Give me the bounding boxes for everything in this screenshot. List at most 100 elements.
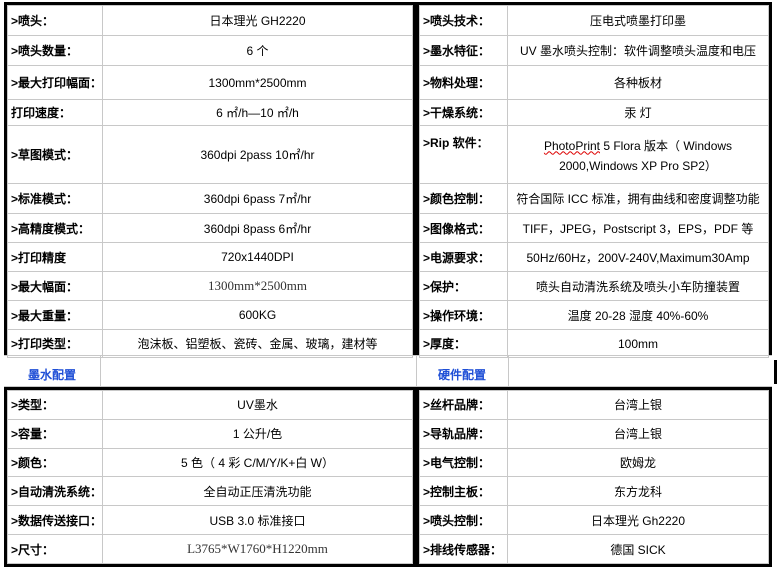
- spec-value: UV墨水: [102, 390, 413, 420]
- spec-label: >标准模式：: [7, 183, 103, 214]
- spec-label: >颜色：: [7, 447, 103, 478]
- spec-value: 欧姆龙: [507, 447, 769, 478]
- table-row: >类型： UV墨水: [7, 390, 413, 420]
- table-row: >颜色： 5 色（ 4 彩 C/M/Y/K+白 W）: [7, 447, 413, 478]
- spec-label: >最大重量：: [7, 300, 103, 330]
- spec-value: 台湾上银: [507, 390, 769, 420]
- table-row: >电气控制： 欧姆龙: [419, 447, 769, 478]
- table-row: >操作环境： 温度 20-28 湿度 40%-60%: [419, 300, 769, 330]
- section-divider: [416, 355, 417, 387]
- table-row: >喷头： 日本理光 GH2220: [7, 5, 413, 36]
- table-row: >数据传送接口： USB 3.0 标准接口: [7, 505, 413, 536]
- spec-value: 100mm: [507, 329, 769, 358]
- table-row: >喷头技术： 压电式喷墨打印墨: [419, 5, 769, 36]
- spec-label: >草图模式：: [7, 125, 103, 184]
- spec-label: >最大打印幅面：: [7, 65, 103, 100]
- spec-label: >喷头技术：: [419, 5, 508, 36]
- spec-value: UV 墨水喷头控制：软件调整喷头温度和电压: [507, 35, 769, 66]
- spec-label: >喷头数量：: [7, 35, 103, 66]
- spec-value: PhotoPrint 5 Flora 版本（ Windows 2000,Wind…: [507, 125, 769, 184]
- spec-value: 50Hz/60Hz，200V-240V,Maximum30Amp: [507, 242, 769, 272]
- table-row: >最大幅面： 1300mm*2500mm: [7, 271, 413, 301]
- spec-value: 600KG: [102, 300, 413, 330]
- spec-label: >喷头控制：: [419, 505, 508, 536]
- table-row: >排线传感器： 德国 SICK: [419, 534, 769, 564]
- spec-value: L3765*W1760*H1220mm: [102, 534, 413, 564]
- section-header-row: [4, 355, 772, 387]
- hardware-config-title: 硬件配置: [438, 368, 487, 382]
- spec-label: >操作环境：: [419, 300, 508, 330]
- spec-value: 各种板材: [507, 65, 769, 100]
- spec-label: >高精度模式：: [7, 213, 103, 243]
- spec-label: >自动清洗系统：: [7, 476, 103, 507]
- table-row: >保护： 喷头自动清洗系统及喷头小车防撞装置: [419, 271, 769, 301]
- table-row: >标准模式： 360dpi 6pass 7㎡/hr: [7, 183, 413, 214]
- spec-label: >丝杆品牌：: [419, 390, 508, 420]
- spec-label: >打印精度: [7, 242, 103, 272]
- table-row: >厚度： 100mm: [419, 329, 769, 358]
- spec-label: >图像格式：: [419, 213, 508, 243]
- spec-label: >颜色控制：: [419, 183, 508, 214]
- rip-app-name: PhotoPrint: [543, 138, 600, 153]
- table-row: >最大打印幅面： 1300mm*2500mm: [7, 65, 413, 100]
- spec-value: 喷头自动清洗系统及喷头小车防撞装置: [507, 271, 769, 301]
- spec-value: 日本理光 Gh2220: [507, 505, 769, 536]
- spec-value: 符合国际 ICC 标准，拥有曲线和密度调整功能: [507, 183, 769, 214]
- spec-value: 1300mm*2500mm: [102, 65, 413, 100]
- table-row: >干燥系统：汞 灯: [419, 99, 769, 126]
- section-divider: [508, 355, 509, 387]
- upper-left-spec-table: >喷头： 日本理光 GH2220 >喷头数量： 6 个 >最大打印幅面： 1300mm…: [4, 2, 416, 358]
- spec-label: >保护：: [419, 271, 508, 301]
- hardware-config-table: >丝杆品牌： 台湾上银 >导轨品牌： 台湾上银 >电气控制： 欧姆龙 >控制主板： 东方…: [416, 387, 772, 567]
- spec-label: >电气控制：: [419, 447, 508, 478]
- ink-config-title: 墨水配置: [28, 368, 77, 382]
- spec-value: 日本理光 GH2220: [102, 5, 413, 36]
- table-row: >最大重量： 600KG: [7, 300, 413, 330]
- spec-label: >数据传送接口：: [7, 505, 103, 536]
- spec-value: 360dpi 8pass 6㎡/hr: [102, 213, 413, 243]
- spec-value: 台湾上银: [507, 418, 769, 449]
- spec-value: 720x1440DPI: [102, 242, 413, 272]
- upper-right-spec-table: >喷头技术： 压电式喷墨打印墨 >墨水特征： UV 墨水喷头控制：软件调整喷头温度和…: [416, 2, 772, 358]
- spec-label: >墨水特征：: [419, 35, 508, 66]
- spec-value: 泡沫板、铝塑板、瓷砖、金属、玻璃，建材等: [102, 329, 413, 358]
- table-row: >控制主板： 东方龙科: [419, 476, 769, 507]
- table-row: >自动清洗系统： 全自动正压清洗功能: [7, 476, 413, 507]
- table-row: >草图模式： 360dpi 2pass 10㎡/hr: [7, 125, 413, 184]
- spec-value: 汞 灯: [507, 99, 769, 126]
- table-row: >尺寸： L3765*W1760*H1220mm: [7, 534, 413, 564]
- table-row: >喷头控制： 日本理光 Gh2220: [419, 505, 769, 536]
- table-row: >Rip 软件： PhotoPrint 5 Flora 版本（ Windows …: [419, 125, 769, 184]
- ink-config-table: >类型： UV墨水 >容量： 1 公升/色 >颜色： 5 色（ 4 彩 C/M/Y/K…: [4, 387, 416, 567]
- spec-label: >控制主板：: [419, 476, 508, 507]
- spec-value: 1300mm*2500mm: [102, 271, 413, 301]
- table-row: >丝杆品牌： 台湾上银: [419, 390, 769, 420]
- table-row: >墨水特征： UV 墨水喷头控制：软件调整喷头温度和电压: [419, 35, 769, 66]
- spec-label: >最大幅面：: [7, 271, 103, 301]
- spec-value: 360dpi 2pass 10㎡/hr: [102, 125, 413, 184]
- spec-value: 5 色（ 4 彩 C/M/Y/K+白 W）: [102, 447, 413, 478]
- spec-label: >Rip 软件：: [419, 125, 508, 184]
- spec-value: 6 个: [102, 35, 413, 66]
- spec-label: >打印类型：: [7, 329, 103, 358]
- spec-label: >尺寸：: [7, 534, 103, 564]
- spec-value: 温度 20-28 湿度 40%-60%: [507, 300, 769, 330]
- spec-label: >喷头：: [7, 5, 103, 36]
- table-row: >颜色控制： 符合国际 ICC 标准，拥有曲线和密度调整功能: [419, 183, 769, 214]
- spec-label: >物料处理：: [419, 65, 508, 100]
- spec-value: 压电式喷墨打印墨: [507, 5, 769, 36]
- spec-value: TIFF，JPEG，Postscript 3，EPS，PDF 等: [507, 213, 769, 243]
- table-row: >高精度模式： 360dpi 8pass 6㎡/hr: [7, 213, 413, 243]
- spec-label: >类型：: [7, 390, 103, 420]
- spec-label: >干燥系统：: [419, 99, 508, 126]
- spec-value: 6 ㎡/h—10 ㎡/h: [102, 99, 413, 126]
- table-row: >图像格式： TIFF，JPEG，Postscript 3，EPS，PDF 等: [419, 213, 769, 243]
- table-row: >物料处理： 各种板材: [419, 65, 769, 100]
- spec-label: >厚度：: [419, 329, 508, 358]
- table-row: >导轨品牌： 台湾上银: [419, 418, 769, 449]
- spec-value: USB 3.0 标准接口: [102, 505, 413, 536]
- table-row: >喷头数量： 6 个: [7, 35, 413, 66]
- spec-label: 打印速度：: [7, 99, 103, 126]
- spec-value: 东方龙科: [507, 476, 769, 507]
- table-row: >打印精度 720x1440DPI: [7, 242, 413, 272]
